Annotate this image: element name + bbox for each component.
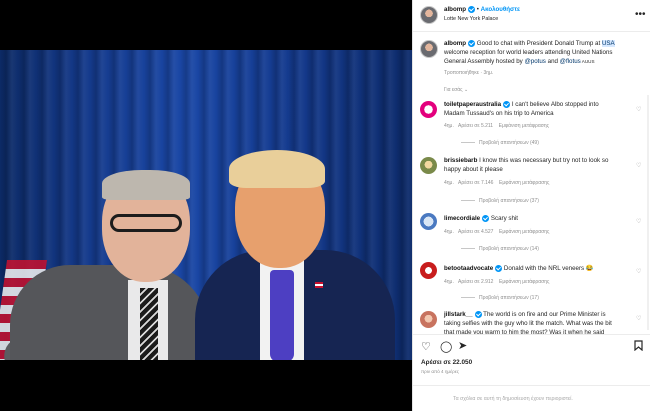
heart-icon[interactable]: ♡ xyxy=(636,315,641,322)
comments-restricted-text: Τα σχόλια σε αυτή τη δημοσίευση έχουν πε… xyxy=(453,396,573,402)
post-header: albomp • Ακολουθήστε Lotte New York Pala… xyxy=(413,0,650,32)
post-location[interactable]: Lotte New York Palace xyxy=(444,15,498,24)
post-side-panel: albomp • Ακολουθήστε Lotte New York Pala… xyxy=(412,0,650,411)
show-translation-link[interactable]: Εμφάνιση μετάφρασης xyxy=(499,123,549,129)
send-icon[interactable]: ➤ xyxy=(458,340,467,352)
verified-icon xyxy=(495,265,503,272)
person-left xyxy=(0,170,210,360)
comment-likes[interactable]: Αρέσει σε 4.527 xyxy=(458,229,493,235)
likes-count[interactable]: Αρέσει σε 22.050 xyxy=(421,359,472,368)
commenter-avatar[interactable] xyxy=(420,213,437,230)
post-date: πριν από 4 ημέρες xyxy=(421,369,459,374)
comment: jillstark__ The world is on fire and our… xyxy=(444,311,606,319)
comment: brissiebarb I know this was necessary bu… xyxy=(444,157,609,164)
commenter-avatar[interactable] xyxy=(420,157,437,174)
comment-meta: 4ημ. Αρέσει σε 2.912 Εμφάνιση μετάφρασης xyxy=(444,279,550,285)
hashtag-link[interactable]: USA xyxy=(601,40,615,48)
comment-meta: 4ημ. Αρέσει σε 4.527 Εμφάνιση μετάφρασης xyxy=(444,229,550,235)
caption-line-2: welcome reception for world leaders atte… xyxy=(444,49,613,56)
view-replies-link[interactable]: Προβολή απαντήσεων (17) xyxy=(461,295,539,301)
verified-icon xyxy=(482,215,490,222)
comment-likes[interactable]: Αρέσει σε 7.146 xyxy=(458,180,493,186)
commenter-avatar[interactable] xyxy=(420,311,437,328)
for-you-sort[interactable]: Για εσάς ⌄ xyxy=(444,87,468,93)
comment-username[interactable]: betootaadvocate xyxy=(444,265,493,272)
author-username[interactable]: albomp xyxy=(444,6,466,13)
bookmark-icon[interactable] xyxy=(634,340,643,354)
comment-likes[interactable]: Αρέσει σε 2.912 xyxy=(458,279,493,285)
comments-restricted-footer: Τα σχόλια σε αυτή τη δημοσίευση έχουν πε… xyxy=(413,385,650,411)
show-translation-link[interactable]: Εμφάνιση μετάφρασης xyxy=(499,180,549,186)
heart-icon[interactable]: ♡ xyxy=(421,341,431,353)
heart-icon[interactable]: ♡ xyxy=(636,162,641,169)
heart-icon[interactable]: ♡ xyxy=(636,218,641,225)
comment: betootaadvocate Donald with the NRL vene… xyxy=(444,265,594,273)
view-replies-link[interactable]: Προβολή απαντήσεων (49) xyxy=(461,140,539,146)
glasses xyxy=(110,214,182,232)
mention-link[interactable]: @flotus xyxy=(560,58,581,65)
verified-icon xyxy=(468,40,476,47)
mention-link[interactable]: @potus xyxy=(524,58,545,65)
comment-username[interactable]: toiletpaperaustralia xyxy=(444,101,501,108)
verified-icon xyxy=(474,311,482,318)
view-replies-link[interactable]: Προβολή απαντήσεων (14) xyxy=(461,246,539,252)
flag-pin xyxy=(315,282,323,288)
edited-timestamp: Τροποποιήθηκε · 3ημ. xyxy=(444,70,494,76)
follow-button[interactable]: Ακολουθήστε xyxy=(481,6,520,13)
comment-meta: 4ημ. Αρέσει σε 5.211 Εμφάνιση μετάφρασης xyxy=(444,123,550,129)
author-avatar[interactable] xyxy=(420,6,438,24)
comment-likes[interactable]: Αρέσει σε 5.211 xyxy=(458,123,493,129)
post-photo[interactable] xyxy=(0,50,412,360)
comment-icon[interactable]: ◯ xyxy=(440,341,452,353)
caption-avatar[interactable] xyxy=(420,40,438,58)
action-bar: ♡ ◯ ➤ xyxy=(413,334,650,356)
comment: toiletpaperaustralia I can't believe Alb… xyxy=(444,101,599,109)
view-replies-link[interactable]: Προβολή απαντήσεων (37) xyxy=(461,198,539,204)
comment-username[interactable]: limecordiale xyxy=(444,215,480,222)
person-right xyxy=(195,150,395,360)
post-viewer: albomp • Ακολουθήστε Lotte New York Pala… xyxy=(0,0,650,411)
heart-icon[interactable]: ♡ xyxy=(636,106,641,113)
comment: limecordiale Scary shit xyxy=(444,215,519,223)
chevron-down-icon: ⌄ xyxy=(463,87,469,93)
comment-username[interactable]: brissiebarb xyxy=(444,157,477,164)
more-horizontal-icon[interactable]: ••• xyxy=(635,9,646,20)
commenter-avatar[interactable] xyxy=(420,262,437,279)
commenter-avatar[interactable] xyxy=(420,101,437,118)
verified-icon xyxy=(468,6,476,13)
verified-icon xyxy=(503,101,511,108)
comments-scrollbar[interactable] xyxy=(647,95,649,330)
comment-meta: 4ημ. Αρέσει σε 7.146 Εμφάνιση μετάφρασης xyxy=(444,180,550,186)
show-translation-link[interactable]: Εμφάνιση μετάφρασης xyxy=(499,229,549,235)
heart-icon[interactable]: ♡ xyxy=(636,268,641,275)
caption-username[interactable]: albomp xyxy=(444,40,466,47)
comment-username[interactable]: jillstark__ xyxy=(444,311,473,318)
show-translation-link[interactable]: Εμφάνιση μετάφρασης xyxy=(499,279,549,285)
